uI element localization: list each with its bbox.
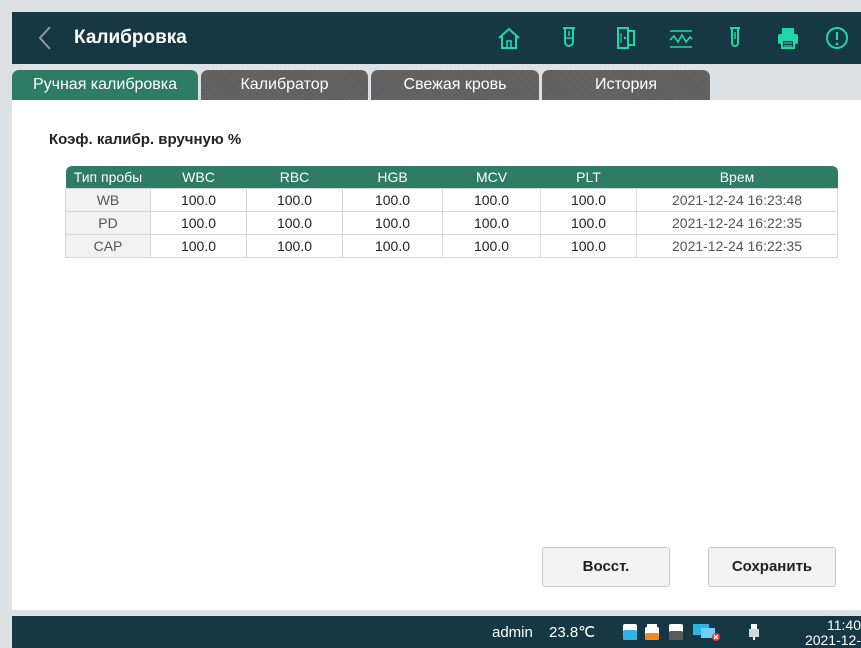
home-icon[interactable] bbox=[496, 25, 522, 51]
test-tube-icon[interactable] bbox=[556, 25, 582, 51]
rbc-coef-cell[interactable]: 100.0 bbox=[246, 233, 343, 258]
column-header-mcv: MCV bbox=[442, 166, 541, 188]
waveform-icon[interactable] bbox=[668, 25, 694, 51]
alert-icon[interactable] bbox=[824, 25, 850, 51]
column-header-wbc: WBC bbox=[150, 166, 247, 188]
plt-coef-cell[interactable]: 100.0 bbox=[540, 210, 637, 235]
section-title: Коэф. калибр. вручную % bbox=[49, 131, 242, 148]
reagent-bottle-icon[interactable] bbox=[643, 623, 661, 641]
hgb-coef-cell[interactable]: 100.0 bbox=[342, 187, 443, 212]
clock-date: 2021-12-30 bbox=[804, 632, 861, 648]
wbc-coef-cell[interactable]: 100.0 bbox=[150, 187, 247, 212]
plt-coef-cell[interactable]: 100.0 bbox=[540, 187, 637, 212]
mcv-coef-cell[interactable]: 100.0 bbox=[442, 233, 541, 258]
plt-coef-cell[interactable]: 100.0 bbox=[540, 233, 637, 258]
reagent-bottle-icon[interactable] bbox=[667, 623, 685, 641]
hgb-coef-cell[interactable]: 100.0 bbox=[342, 210, 443, 235]
save-button[interactable]: Сохранить bbox=[708, 547, 836, 587]
tab-manual-calibration[interactable]: Ручная калибровка bbox=[12, 70, 198, 100]
table-row: CAP 100.0 100.0 100.0 100.0 100.0 2021-1… bbox=[65, 233, 838, 258]
status-bar: admin 23.8℃ 11:40 2021-12-30 bbox=[12, 616, 861, 648]
app-window: Калибровка Ручная калибровка Калибратор … bbox=[0, 0, 861, 648]
sample-type-cell: WB bbox=[65, 187, 151, 212]
rbc-coef-cell[interactable]: 100.0 bbox=[246, 210, 343, 235]
back-arrow-icon[interactable] bbox=[34, 24, 58, 52]
restore-button[interactable]: Восст. bbox=[542, 547, 670, 587]
page-title: Калибровка bbox=[74, 27, 187, 48]
usb-icon[interactable] bbox=[745, 623, 763, 641]
reagent-tube-icon[interactable] bbox=[722, 25, 748, 51]
rbc-coef-cell[interactable]: 100.0 bbox=[246, 187, 343, 212]
tab-calibrator[interactable]: Калибратор bbox=[201, 70, 368, 100]
tab-bar: Ручная калибровка Калибратор Свежая кров… bbox=[12, 70, 861, 100]
hgb-coef-cell[interactable]: 100.0 bbox=[342, 233, 443, 258]
mcv-coef-cell[interactable]: 100.0 bbox=[442, 210, 541, 235]
table-header-row: Тип пробы WBC RBC HGB MCV PLT Врем bbox=[65, 166, 838, 188]
reagent-bottle-icon[interactable] bbox=[621, 623, 639, 641]
printer-icon[interactable] bbox=[775, 25, 801, 51]
user-name: admin bbox=[492, 624, 533, 641]
column-header-sample-type: Тип пробы bbox=[65, 166, 151, 188]
column-header-hgb: HGB bbox=[342, 166, 443, 188]
sample-type-cell: CAP bbox=[65, 233, 151, 258]
column-header-rbc: RBC bbox=[246, 166, 343, 188]
wbc-coef-cell[interactable]: 100.0 bbox=[150, 233, 247, 258]
table-row: PD 100.0 100.0 100.0 100.0 100.0 2021-12… bbox=[65, 210, 838, 235]
time-cell: 2021-12-24 16:22:35 bbox=[636, 210, 838, 235]
title-bar: Калибровка bbox=[12, 12, 861, 64]
exit-door-icon[interactable] bbox=[613, 25, 639, 51]
time-cell: 2021-12-24 16:22:35 bbox=[636, 233, 838, 258]
clock-time: 11:40 bbox=[827, 617, 861, 633]
mcv-coef-cell[interactable]: 100.0 bbox=[442, 187, 541, 212]
calibration-table: Тип пробы WBC RBC HGB MCV PLT Врем WB 10… bbox=[65, 166, 838, 258]
sample-type-cell: PD bbox=[65, 210, 151, 235]
table-row: WB 100.0 100.0 100.0 100.0 100.0 2021-12… bbox=[65, 187, 838, 212]
tab-history[interactable]: История bbox=[542, 70, 710, 100]
temperature-readout: 23.8℃ bbox=[549, 624, 596, 641]
wbc-coef-cell[interactable]: 100.0 bbox=[150, 210, 247, 235]
column-header-time: Врем bbox=[636, 166, 838, 188]
tab-fresh-blood[interactable]: Свежая кровь bbox=[371, 70, 539, 100]
clock: 11:40 2021-12-30 bbox=[791, 618, 861, 648]
column-header-plt: PLT bbox=[540, 166, 637, 188]
network-disconnected-icon[interactable] bbox=[691, 623, 721, 641]
time-cell: 2021-12-24 16:23:48 bbox=[636, 187, 838, 212]
content-panel: Коэф. калибр. вручную % Тип пробы WBC RB… bbox=[12, 100, 861, 610]
